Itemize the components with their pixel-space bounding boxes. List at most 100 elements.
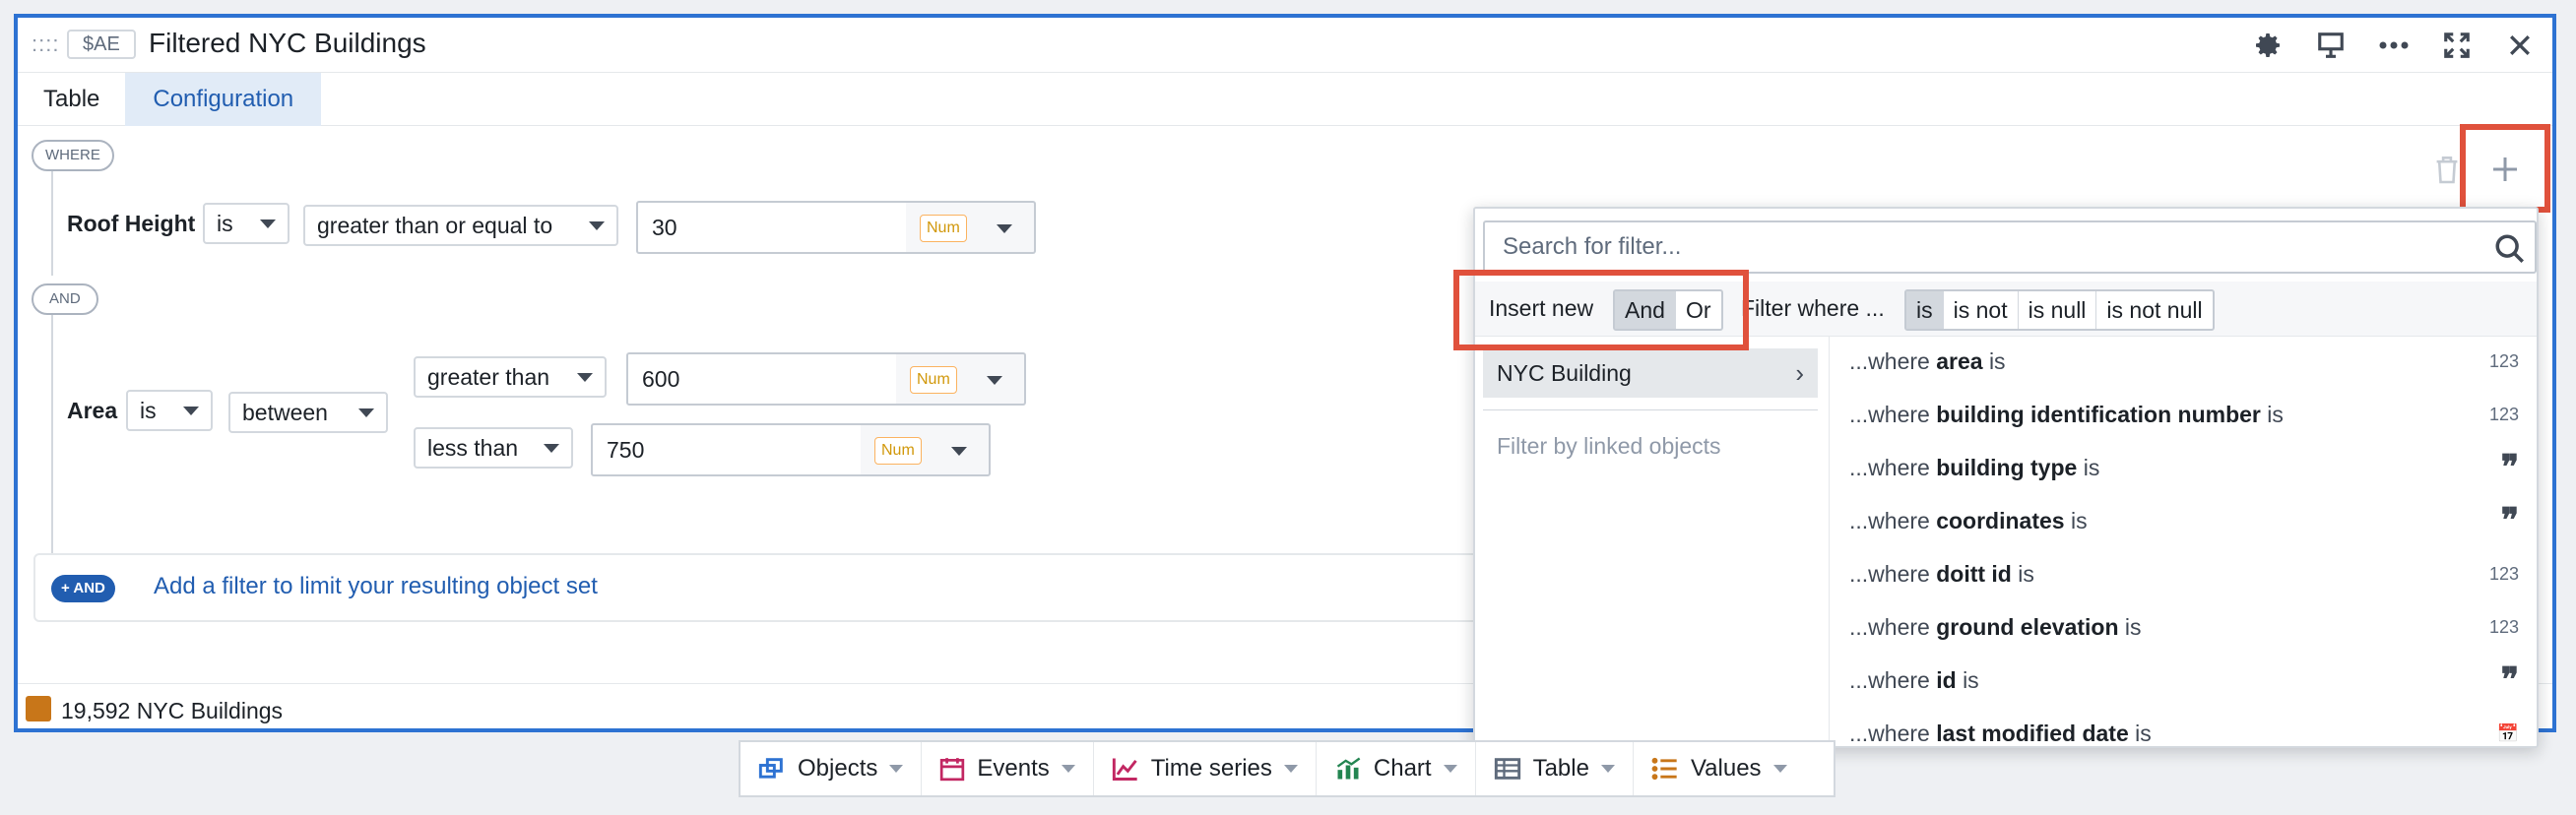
trash-icon[interactable] (2434, 154, 2460, 193)
drag-handle-icon[interactable]: :::: (32, 31, 59, 57)
item-prefix: ...where (1849, 614, 1930, 640)
num-type-tag: Num (920, 215, 967, 242)
filter-property-roof-height: Roof Height (67, 211, 196, 236)
filter-by-linked-objects[interactable]: Filter by linked objects (1497, 433, 1721, 460)
chart-icon (1336, 757, 1361, 780)
chevron-down-icon (183, 407, 199, 415)
filter-op-is-not[interactable]: is not (1944, 291, 2019, 329)
events-button[interactable]: Events (922, 742, 1094, 795)
object-type-column: NYC Building › Filter by linked objects (1475, 337, 1830, 746)
chevron-down-icon (997, 224, 1012, 233)
property-item[interactable]: ...where id is ❞ (1849, 654, 2529, 707)
property-item[interactable]: ...where building type is ❞ (1849, 441, 2529, 494)
item-prefix: ...where (1849, 348, 1930, 374)
add-filter-link[interactable]: Add a filter to limit your resulting obj… (154, 573, 598, 600)
tab-table[interactable]: Table (18, 73, 125, 126)
highlight-insert-new (1453, 270, 1749, 350)
highlight-plus (2460, 124, 2550, 213)
chart-label: Chart (1373, 755, 1432, 782)
item-name: doitt id (1936, 561, 2012, 587)
property-item[interactable]: ...where building identification number … (1849, 388, 2529, 441)
time-series-label: Time series (1150, 755, 1272, 782)
widget-title: Filtered NYC Buildings (149, 28, 426, 58)
object-type-nyc-building[interactable]: NYC Building › (1483, 348, 1818, 398)
chevron-down-icon (1283, 765, 1298, 773)
item-name: id (1936, 667, 1957, 693)
divider (1483, 409, 1818, 410)
widget-header: :::: $AE Filtered NYC Buildings (18, 18, 2552, 73)
item-suffix: is (2267, 402, 2284, 427)
numeric-type-icon: 123 (2488, 351, 2519, 371)
objects-button[interactable]: Objects (741, 742, 923, 795)
item-name: area (1936, 348, 1983, 374)
roof-height-op-value: is (217, 211, 233, 236)
property-item[interactable]: ...where doitt id is 123 (1849, 547, 2529, 600)
item-prefix: ...where (1849, 561, 1930, 587)
roof-height-comparator-select[interactable]: greater than or equal to (303, 205, 618, 246)
roof-height-value-input[interactable]: 30 (636, 201, 908, 254)
item-name: coordinates (1936, 508, 2065, 533)
chevron-down-icon (589, 221, 605, 230)
item-prefix: ...where (1849, 667, 1930, 693)
area-upper-op-select[interactable]: less than (414, 427, 573, 469)
result-count: 19,592 NYC Buildings (61, 698, 284, 723)
more-icon[interactable] (2365, 24, 2422, 67)
area-lower-type-select[interactable]: Num (896, 352, 1026, 406)
chevron-down-icon (260, 219, 276, 228)
filter-op-is-null[interactable]: is null (2019, 291, 2097, 329)
search-placeholder: Search for filter... (1503, 233, 1682, 260)
property-item[interactable]: ...where area is 123 (1849, 335, 2529, 388)
item-prefix: ...where (1849, 455, 1930, 480)
tab-configuration[interactable]: Configuration (125, 73, 322, 126)
chevron-down-icon (889, 765, 904, 773)
filter-op-is-not-null[interactable]: is not null (2096, 291, 2212, 329)
roof-height-op-select[interactable]: is (203, 203, 290, 244)
where-pill: WHERE (32, 140, 114, 171)
filter-search-input[interactable]: Search for filter... (1483, 220, 2537, 274)
table-button[interactable]: Table (1476, 742, 1634, 795)
area-op-select[interactable]: is (126, 390, 213, 431)
close-icon[interactable] (2491, 24, 2548, 67)
widget-tabs: Table Configuration (18, 73, 2552, 126)
gear-icon[interactable] (2239, 24, 2296, 67)
add-and-button[interactable]: + AND (51, 575, 115, 602)
present-icon[interactable] (2302, 24, 2359, 67)
area-upper-type-select[interactable]: Num (861, 423, 991, 476)
chevron-down-icon (358, 408, 374, 417)
item-name: building type (1936, 455, 2078, 480)
table-label: Table (1532, 755, 1589, 782)
chevron-down-icon (544, 444, 559, 453)
roof-height-type-select[interactable]: Num (906, 201, 1036, 254)
time-series-button[interactable]: Time series (1094, 742, 1317, 795)
maximize-icon[interactable] (2428, 24, 2485, 67)
filter-property-area: Area (67, 398, 118, 423)
property-item[interactable]: ...where last modified date is 📅 (1849, 707, 2529, 746)
string-type-icon: ❞ (2500, 448, 2519, 487)
item-suffix: is (2124, 614, 2142, 640)
bottom-toolbar: Objects Events Time series Chart Table V… (739, 740, 1835, 797)
and-line (51, 315, 53, 555)
filter-op-is[interactable]: is (1906, 291, 1944, 329)
area-comparator-value: between (242, 400, 328, 425)
widget-tag: $AE (67, 30, 136, 59)
values-label: Values (1690, 755, 1762, 782)
area-lower-value-input[interactable]: 600 (626, 352, 898, 406)
chart-button[interactable]: Chart (1317, 742, 1476, 795)
area-upper-op-value: less than (427, 435, 519, 461)
building-icon (26, 696, 51, 721)
property-item[interactable]: ...where ground elevation is 123 (1849, 600, 2529, 654)
chevron-down-icon (1772, 765, 1787, 773)
roof-height-comparator-value: greater than or equal to (317, 213, 553, 238)
item-name: last modified date (1936, 721, 2129, 746)
values-button[interactable]: Values (1634, 742, 1805, 795)
string-type-icon: ❞ (2500, 660, 2519, 700)
area-upper-value-input[interactable]: 750 (591, 423, 863, 476)
item-prefix: ...where (1849, 508, 1930, 533)
filter-op-toggle: is is not is null is not null (1904, 289, 2215, 331)
property-item[interactable]: ...where coordinates is ❞ (1849, 494, 2529, 547)
area-lower-op-select[interactable]: greater than (414, 356, 607, 398)
area-comparator-select[interactable]: between (228, 392, 388, 433)
item-suffix: is (2135, 721, 2152, 746)
num-type-tag: Num (910, 366, 957, 394)
chevron-down-icon (577, 373, 593, 382)
